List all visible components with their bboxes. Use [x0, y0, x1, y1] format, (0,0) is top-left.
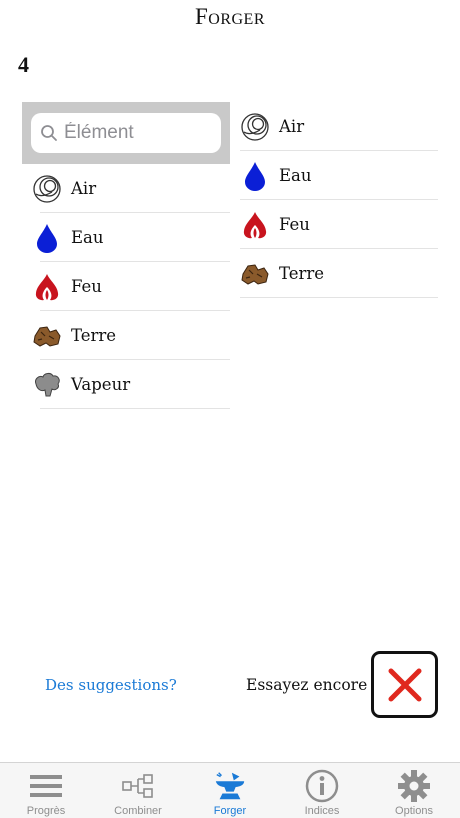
search-field[interactable]: [31, 113, 221, 153]
list-item-air[interactable]: Air: [22, 164, 230, 213]
tab-bar: Progrès Combiner Forger Indices Options: [0, 762, 460, 818]
element-list-left: Air Eau Feu Terre Vapeur: [22, 164, 230, 409]
gear-icon: [397, 769, 431, 803]
earth-icon: [32, 321, 62, 351]
list-item-eau[interactable]: Eau: [22, 213, 230, 262]
air-icon: [240, 112, 270, 142]
list-item-label: Feu: [71, 277, 102, 296]
list-item-label: Air: [279, 117, 305, 136]
list-item-vapeur[interactable]: Vapeur: [22, 360, 230, 409]
search-input[interactable]: [64, 122, 214, 144]
vapor-icon: [32, 370, 62, 400]
fire-icon: [240, 210, 270, 240]
water-drop-icon: [32, 223, 62, 253]
earth-icon: [240, 259, 270, 289]
tab-options[interactable]: Options: [368, 763, 460, 818]
tab-label: Combiner: [114, 805, 162, 817]
tab-forger[interactable]: Forger: [184, 763, 276, 818]
info-icon: [305, 769, 339, 803]
list-item-label: Air: [71, 179, 97, 198]
search-icon: [41, 125, 57, 141]
suggestions-link[interactable]: Des suggestions?: [45, 676, 177, 694]
list-item-label: Terre: [279, 264, 325, 283]
list-item-label: Eau: [71, 228, 104, 247]
close-icon: [388, 668, 421, 701]
list-item-terre[interactable]: Terre: [22, 311, 230, 360]
list-item-feu[interactable]: Feu: [230, 200, 438, 249]
anvil-icon: [213, 769, 247, 803]
list-item-label: Terre: [71, 326, 117, 345]
retry-text: Essayez encore: [246, 676, 368, 694]
list-item-terre[interactable]: Terre: [230, 249, 438, 298]
search-bar: [22, 102, 230, 164]
air-icon: [32, 174, 62, 204]
menu-lines-icon: [29, 769, 63, 803]
list-item-label: Feu: [279, 215, 310, 234]
element-count: 4: [18, 52, 29, 77]
tab-label: Options: [395, 805, 433, 817]
list-item-feu[interactable]: Feu: [22, 262, 230, 311]
retry-button[interactable]: [371, 651, 438, 718]
fire-icon: [32, 272, 62, 302]
tab-progres[interactable]: Progrès: [0, 763, 92, 818]
list-item-air[interactable]: Air: [230, 102, 438, 151]
page-title: Forger: [194, 4, 266, 29]
tab-label: Progrès: [26, 805, 66, 817]
water-drop-icon: [240, 161, 270, 191]
list-item-label: Vapeur: [71, 375, 131, 394]
tab-label: Indices: [304, 805, 340, 817]
tab-label: Forger: [213, 805, 247, 817]
list-item-label: Eau: [279, 166, 312, 185]
tab-combiner[interactable]: Combiner: [92, 763, 184, 818]
element-list-right: Air Eau Feu Terre: [230, 102, 438, 298]
combine-icon: [121, 769, 155, 803]
tab-indices[interactable]: Indices: [276, 763, 368, 818]
list-item-eau[interactable]: Eau: [230, 151, 438, 200]
